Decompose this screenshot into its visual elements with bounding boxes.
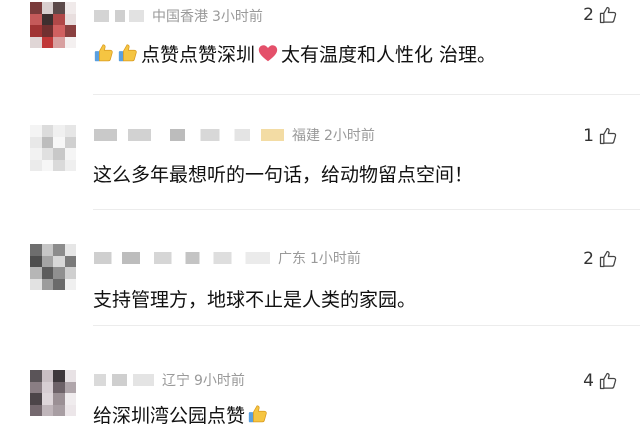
timestamp: 2小时前 — [324, 128, 375, 144]
comment-item: 福建 2小时前 1 这么多年最想听的一句话，给动物留点空间！ — [0, 95, 640, 210]
thumbs-up-icon — [599, 372, 617, 390]
like-button[interactable]: 2 — [583, 4, 618, 26]
blurred-username[interactable] — [94, 10, 144, 22]
location-text: 福建 — [292, 128, 320, 144]
comment-item: 广东 1小时前 2 支持管理方，地球不止是人类的家园。 — [0, 210, 640, 326]
avatar[interactable] — [30, 370, 76, 416]
comment-text-main: 这么多年最想听的一句话，给动物留点空间！ — [93, 163, 474, 186]
comment-meta: 福建 2小时前 — [94, 125, 375, 145]
comment-text-main: 给深圳湾公园点赞 — [93, 404, 246, 427]
location-text: 广东 — [278, 251, 306, 267]
timestamp: 1小时前 — [310, 251, 361, 267]
comment-item: 辽宁 9小时前 4 给深圳湾公园点赞 — [0, 326, 640, 428]
like-button[interactable]: 4 — [583, 370, 618, 392]
comment-text: 点赞点赞深圳 太有温度和人性化 治理。 — [93, 39, 496, 67]
thumbs-up-emoji-icon — [118, 44, 137, 62]
comment-text: 支持管理方，地球不止是人类的家园。 — [93, 284, 416, 312]
timestamp: 9小时前 — [194, 373, 245, 389]
like-count: 2 — [583, 249, 594, 269]
comment-meta: 中国香港 3小时前 — [94, 6, 263, 26]
thumbs-up-icon — [599, 127, 617, 145]
thumbs-up-icon — [599, 6, 617, 24]
comment-text-main: 支持管理方，地球不止是人类的家园。 — [93, 288, 417, 311]
like-button[interactable]: 2 — [583, 248, 618, 270]
like-count: 1 — [583, 126, 594, 146]
comment-meta: 辽宁 9小时前 — [94, 370, 245, 390]
thumbs-up-emoji-icon — [248, 405, 267, 423]
comment-item: 中国香港 3小时前 2 点赞点赞深圳 太有温度和人性化 治理。 — [0, 0, 640, 95]
comment-text: 这么多年最想听的一句话，给动物留点空间！ — [93, 159, 473, 187]
avatar[interactable] — [30, 244, 76, 290]
location-text: 辽宁 — [162, 373, 190, 389]
comment-text: 给深圳湾公园点赞 — [93, 400, 271, 428]
comment-meta: 广东 1小时前 — [94, 248, 361, 268]
blurred-username[interactable] — [94, 129, 284, 141]
timestamp: 3小时前 — [212, 9, 263, 25]
thumbs-up-icon — [599, 250, 617, 268]
location-text: 中国香港 — [152, 9, 208, 25]
blurred-username[interactable] — [94, 374, 154, 386]
like-button[interactable]: 1 — [583, 125, 618, 147]
like-count: 2 — [583, 5, 594, 25]
comment-text-main: 点赞点赞深圳 — [141, 43, 256, 66]
heart-emoji-icon — [258, 45, 278, 62]
like-count: 4 — [583, 371, 594, 391]
thumbs-up-emoji-icon — [94, 44, 113, 62]
avatar[interactable] — [30, 2, 76, 48]
avatar[interactable] — [30, 125, 76, 171]
blurred-username[interactable] — [94, 252, 270, 264]
comment-text-rest: 太有温度和人性化 治理。 — [281, 43, 497, 66]
